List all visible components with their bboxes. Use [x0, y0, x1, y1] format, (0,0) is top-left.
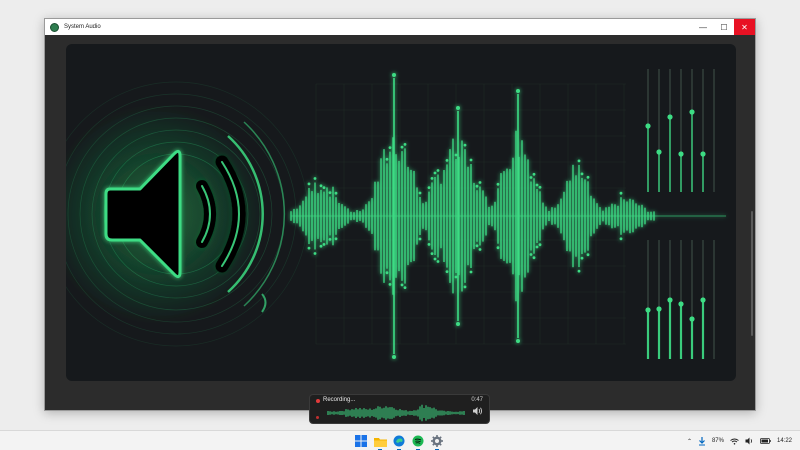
waveform	[290, 73, 726, 359]
audio-visualizer-panel	[66, 44, 736, 381]
record-indicator-icon	[316, 399, 320, 403]
taskbar-apps	[354, 434, 444, 450]
clock-time[interactable]: 14:22	[777, 438, 792, 444]
taskbar: ⌃ 87% 14:22	[0, 430, 800, 450]
recording-popup[interactable]: Recording... 0:47	[309, 394, 490, 424]
mini-waveform	[327, 404, 465, 422]
file-explorer-icon[interactable]	[373, 434, 387, 450]
close-button[interactable]: ✕	[734, 19, 755, 35]
system-tray: ⌃ 87% 14:22	[687, 431, 792, 450]
settings-gear-icon[interactable]	[430, 434, 444, 450]
download-icon[interactable]	[698, 436, 706, 446]
battery-icon[interactable]	[760, 438, 771, 444]
title-bar[interactable]: System Audio — ☐ ✕	[45, 19, 755, 35]
window-content	[45, 35, 755, 410]
wifi-icon[interactable]	[730, 438, 739, 445]
system-audio-window: System Audio — ☐ ✕	[44, 18, 756, 411]
app-icon	[50, 22, 59, 32]
minimize-button[interactable]: —	[693, 19, 713, 35]
recording-elapsed: 0:47	[471, 397, 483, 403]
volume-icon[interactable]	[745, 437, 754, 445]
speaker-icon	[66, 104, 266, 324]
window-title: System Audio	[64, 24, 101, 30]
equalizer-sliders[interactable]	[645, 69, 715, 359]
vertical-scrollbar[interactable]	[751, 211, 753, 336]
record-small-icon	[316, 416, 319, 419]
maximize-button[interactable]: ☐	[714, 19, 734, 35]
battery-percent: 87%	[711, 438, 724, 444]
windows-start-icon[interactable]	[354, 434, 368, 448]
edge-browser-icon[interactable]	[392, 434, 406, 450]
audio-visualizer-canvas	[66, 69, 726, 359]
spotify-icon[interactable]	[411, 434, 425, 450]
chevron-up-icon[interactable]: ⌃	[687, 438, 692, 445]
speaker-volume-icon[interactable]	[472, 406, 483, 416]
